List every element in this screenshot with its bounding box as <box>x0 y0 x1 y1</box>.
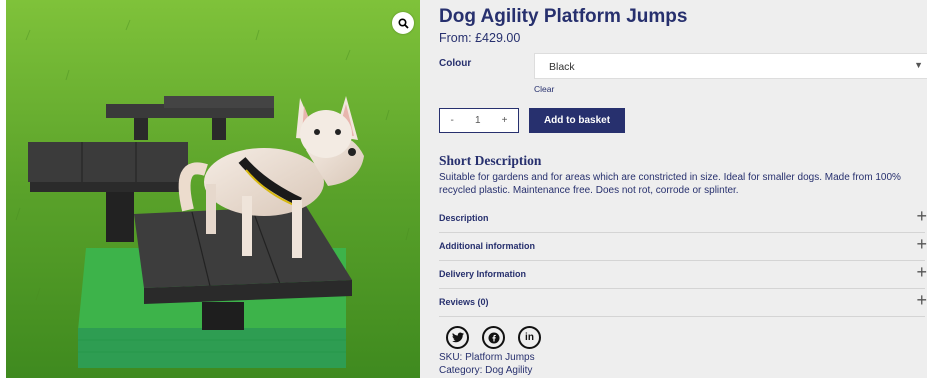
product-image[interactable] <box>6 0 420 378</box>
product-summary: Dog Agility Platform Jumps From: £429.00… <box>420 0 927 378</box>
twitter-icon <box>451 332 464 343</box>
accordion-label: Additional information <box>439 241 535 251</box>
quantity-increase-button[interactable]: + <box>502 115 508 126</box>
accordion-label: Description <box>439 213 489 223</box>
linkedin-share-button[interactable]: in <box>518 326 541 349</box>
add-to-basket-button[interactable]: Add to basket <box>529 108 625 133</box>
plus-icon[interactable]: + <box>916 262 927 283</box>
product-page: Dog Agility Platform Jumps From: £429.00… <box>0 0 927 378</box>
short-description-text: Suitable for gardens and for areas which… <box>439 172 901 196</box>
facebook-icon <box>488 332 499 343</box>
product-photo <box>6 0 420 378</box>
product-title: Dog Agility Platform Jumps <box>439 6 688 27</box>
category-link[interactable]: Dog Agility <box>485 365 532 376</box>
quantity-stepper[interactable]: - 1 + <box>439 108 519 133</box>
plus-icon[interactable]: + <box>916 206 927 227</box>
chevron-down-icon: ▼ <box>914 60 923 70</box>
accordion-description[interactable]: Description + <box>439 205 927 233</box>
quantity-value[interactable]: 1 <box>475 115 481 126</box>
twitter-share-button[interactable] <box>446 326 469 349</box>
accordion-delivery-information[interactable]: Delivery Information + <box>439 261 927 289</box>
accordion-label: Delivery Information <box>439 269 527 279</box>
clear-variation-link[interactable]: Clear <box>534 84 554 94</box>
plus-icon[interactable]: + <box>916 290 927 311</box>
colour-select[interactable]: Black ▼ <box>534 53 927 79</box>
plus-icon[interactable]: + <box>916 234 927 255</box>
sku-value: Platform Jumps <box>465 352 535 363</box>
category-label: Category: <box>439 365 483 376</box>
quantity-decrease-button[interactable]: - <box>451 115 454 126</box>
zoom-button[interactable] <box>392 12 414 34</box>
product-price: From: £429.00 <box>439 31 521 45</box>
colour-label: Colour <box>439 58 472 69</box>
sku-line: SKU: Platform Jumps <box>439 352 535 363</box>
colour-selected-value: Black <box>549 61 575 73</box>
sku-label: SKU: <box>439 352 463 363</box>
search-icon <box>397 17 409 29</box>
short-description-heading: Short Description <box>439 153 542 168</box>
accordion-additional-information[interactable]: Additional information + <box>439 233 927 261</box>
category-line: Category: Dog Agility <box>439 365 532 376</box>
accordion-reviews[interactable]: Reviews (0) + <box>439 289 927 317</box>
accordion-label: Reviews (0) <box>439 297 489 307</box>
facebook-share-button[interactable] <box>482 326 505 349</box>
linkedin-icon: in <box>525 332 534 343</box>
